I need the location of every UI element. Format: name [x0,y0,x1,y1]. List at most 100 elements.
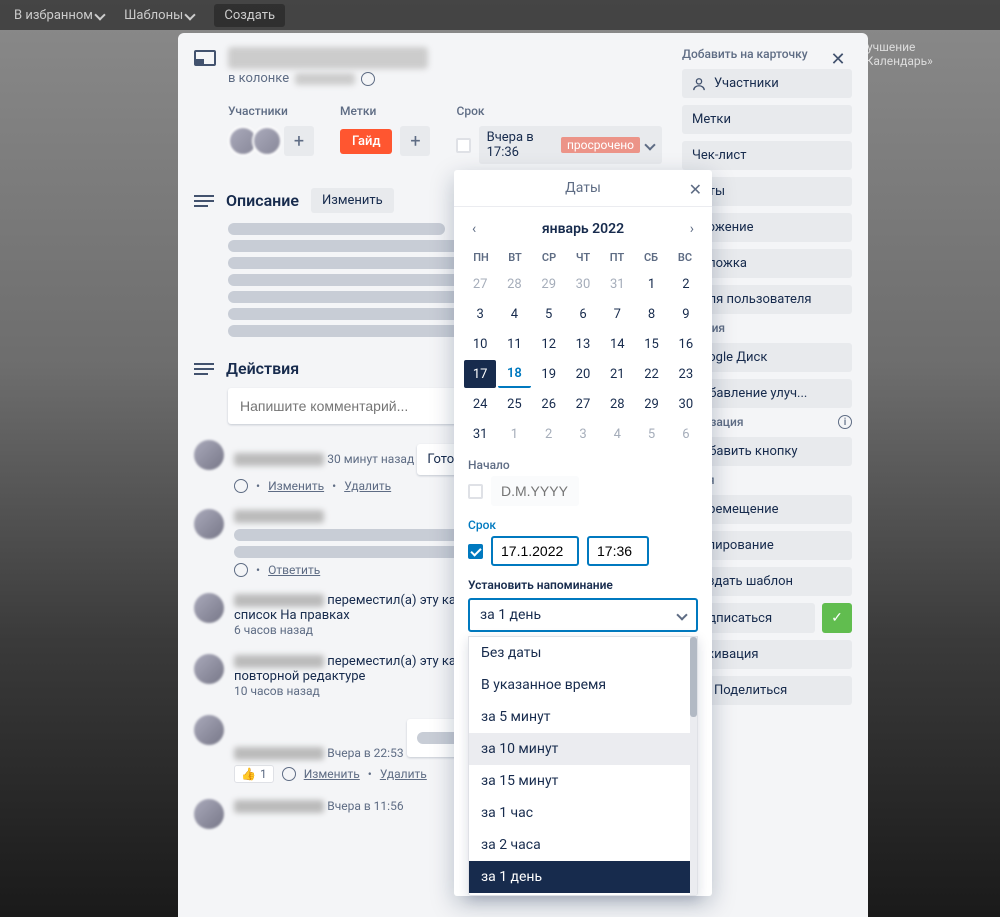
reminder-option[interactable]: за 10 минут [469,733,697,765]
reaction-thumb[interactable]: 👍 1 [234,765,274,783]
calendar-day[interactable]: 10 [464,330,496,358]
due-complete-checkbox[interactable] [456,138,470,153]
reminder-option[interactable]: за 2 часа [469,829,697,861]
calendar-day[interactable]: 9 [670,300,702,328]
calendar-day[interactable]: 6 [567,300,599,328]
calendar-day[interactable]: 5 [635,420,667,448]
topbar-favorites[interactable]: В избранном [14,8,104,23]
due-date-button[interactable]: Вчера в 17:36 просрочено [479,126,662,164]
topbar-templates[interactable]: Шаблоны [124,8,194,23]
calendar-day[interactable]: 16 [670,330,702,358]
emoji-icon[interactable] [282,767,296,781]
calendar-day[interactable]: 30 [670,390,702,418]
calendar-day[interactable]: 30 [567,270,599,298]
emoji-icon[interactable] [234,479,248,493]
description-heading: Описание [226,191,299,210]
delete-comment-link[interactable]: Удалить [380,767,427,781]
calendar-day[interactable]: 2 [533,420,565,448]
calendar-day[interactable]: 20 [567,360,599,388]
prev-month-button[interactable]: ‹ [468,217,480,241]
side-members-button[interactable]: Участники [682,69,852,98]
edit-comment-link[interactable]: Изменить [304,767,360,781]
calendar-day[interactable]: 19 [533,360,565,388]
start-date-checkbox[interactable] [468,484,483,499]
calendar-day[interactable]: 27 [464,270,496,298]
calendar-day[interactable]: 21 [601,360,633,388]
emoji-icon[interactable] [234,563,248,577]
reminder-dropdown: Без датыВ указанное времяза 5 минутза 10… [468,636,698,896]
calendar-day[interactable]: 4 [498,300,530,328]
reminder-option[interactable]: за 2 дня [469,893,697,896]
calendar-day[interactable]: 1 [498,420,530,448]
calendar-day[interactable]: 31 [601,270,633,298]
calendar-day[interactable]: 8 [635,300,667,328]
avatar[interactable] [194,654,224,684]
calendar-day[interactable]: 17 [464,360,496,388]
calendar-day[interactable]: 23 [670,360,702,388]
calendar-day[interactable]: 7 [601,300,633,328]
calendar-day[interactable]: 15 [635,330,667,358]
calendar-day[interactable]: 6 [670,420,702,448]
calendar-day[interactable]: 3 [464,300,496,328]
close-icon[interactable]: ✕ [824,45,852,73]
side-checklist-button[interactable]: Чек-лист [682,141,852,170]
label-guide[interactable]: Гайд [340,129,392,154]
subscribe-check[interactable]: ✓ [822,603,852,633]
avatar[interactable] [194,593,224,623]
edit-description-button[interactable]: Изменить [311,188,394,213]
due-time-input[interactable] [587,536,649,566]
popover-title: Даты [565,180,601,196]
add-label-button[interactable]: + [400,126,430,156]
side-labels-button[interactable]: Метки [682,105,852,134]
calendar-day[interactable]: 5 [533,300,565,328]
calendar-day[interactable]: 24 [464,390,496,418]
members-heading: Участники [228,104,314,118]
add-member-button[interactable]: + [284,126,314,156]
reminder-option[interactable]: за 5 минут [469,701,697,733]
calendar-day[interactable]: 2 [670,270,702,298]
due-date-checkbox[interactable] [468,544,483,559]
calendar-day[interactable]: 14 [601,330,633,358]
member-avatar[interactable] [252,126,282,156]
reminder-select[interactable]: за 1 день [468,598,698,632]
reminder-option[interactable]: за 1 день [469,861,697,893]
avatar[interactable] [194,509,224,539]
calendar-day[interactable]: 27 [567,390,599,418]
next-month-button[interactable]: › [686,217,698,241]
calendar-day[interactable]: 29 [533,270,565,298]
calendar-day[interactable]: 22 [635,360,667,388]
calendar-day[interactable]: 26 [533,390,565,418]
start-date-input[interactable] [491,476,579,506]
reminder-option[interactable]: Без даты [469,637,697,669]
dropdown-scrollbar[interactable] [690,637,697,895]
reminder-option[interactable]: В указанное время [469,669,697,701]
calendar-day[interactable]: 25 [498,390,530,418]
reminder-option[interactable]: за 1 час [469,797,697,829]
avatar[interactable] [194,440,224,470]
calendar-day[interactable]: 18 [498,360,530,388]
calendar-day[interactable]: 13 [567,330,599,358]
calendar-day[interactable]: 3 [567,420,599,448]
chevron-down-icon [676,609,687,620]
topbar-create[interactable]: Создать [214,4,285,27]
due-date-input[interactable] [491,536,579,566]
calendar-day[interactable]: 1 [635,270,667,298]
reply-link[interactable]: Ответить [268,563,320,577]
calendar-day[interactable]: 11 [498,330,530,358]
calendar-day[interactable]: 29 [635,390,667,418]
avatar[interactable] [194,799,224,829]
calendar-day[interactable]: 12 [533,330,565,358]
delete-comment-link[interactable]: Удалить [344,479,391,493]
avatar[interactable] [194,715,224,745]
info-icon[interactable]: i [838,415,852,429]
popover-close-icon[interactable]: ✕ [689,180,702,199]
card-title[interactable] [228,47,428,69]
activity-icon [194,363,214,375]
calendar-day[interactable]: 4 [601,420,633,448]
watch-icon[interactable] [361,72,375,86]
calendar-day[interactable]: 28 [601,390,633,418]
edit-comment-link[interactable]: Изменить [268,479,324,493]
reminder-option[interactable]: за 15 минут [469,765,697,797]
calendar-day[interactable]: 28 [498,270,530,298]
calendar-day[interactable]: 31 [464,420,496,448]
